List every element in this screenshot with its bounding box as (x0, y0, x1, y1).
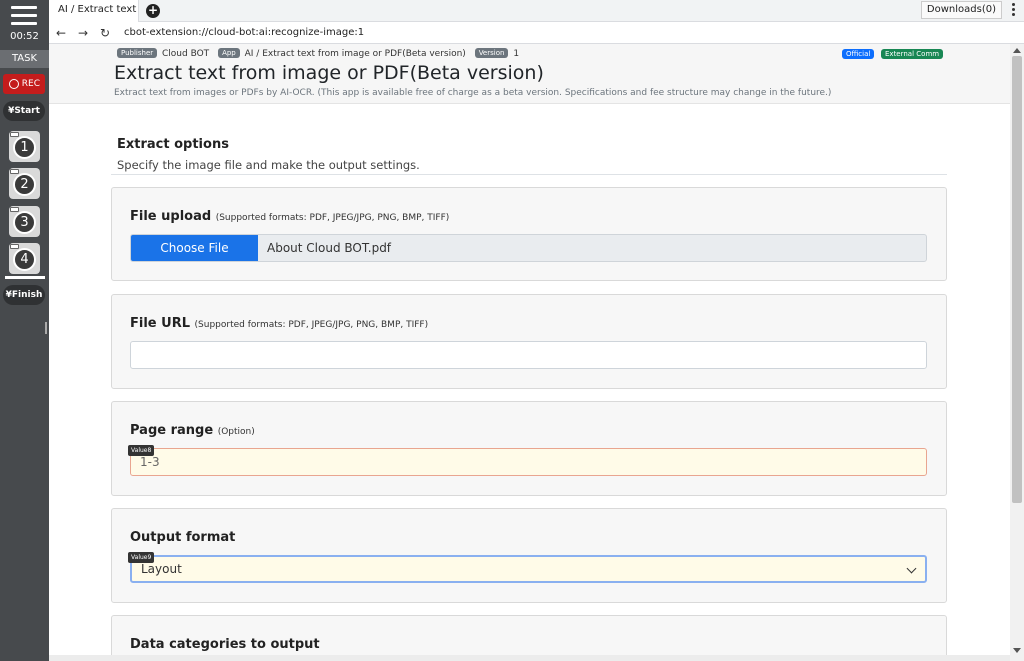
page-range-card: Page range (Option) 1-3 Value8 (111, 401, 947, 496)
timer: 00:52 (10, 31, 39, 42)
chevron-down-icon (906, 563, 917, 574)
vertical-scrollbar[interactable] (1010, 44, 1024, 661)
version-badge: Version (474, 48, 509, 58)
publisher-badge: Publisher (117, 48, 158, 58)
step-4-button[interactable]: 4 (9, 243, 40, 274)
file-upload-label: File upload (Supported formats: PDF, JPE… (130, 209, 449, 224)
app-path: AI / Extract text from image or PDF(Beta… (244, 49, 466, 59)
start-button[interactable]: ¥Start (3, 101, 45, 121)
output-format-value: Layout (141, 562, 182, 576)
section-title: Extract options (117, 137, 229, 152)
file-upload-input[interactable]: Choose File About Cloud BOT.pdf (130, 234, 927, 262)
tag-icon (10, 169, 19, 174)
downloads-button[interactable]: Downloads(0) (920, 1, 1002, 19)
value-tag: Value8 (128, 445, 155, 456)
version-number: 1 (513, 49, 520, 59)
task-label: TASK (0, 50, 49, 68)
tag-icon (10, 132, 19, 137)
page-range-option: (Option) (217, 427, 255, 437)
file-url-formats: (Supported formats: PDF, JPEG/JPG, PNG, … (194, 320, 429, 330)
horizontal-scrollbar[interactable] (49, 655, 1010, 661)
rec-button[interactable]: REC (3, 74, 45, 94)
official-badge: Official (842, 49, 875, 59)
resize-handle[interactable] (45, 322, 47, 334)
scrollbar-thumb[interactable] (1012, 56, 1022, 503)
data-categories-title: Data categories to output (130, 637, 320, 652)
tab-bar: AI / Extract text fr + Downloads(0) (49, 0, 1024, 22)
tag-icon (10, 207, 19, 212)
file-upload-formats: (Supported formats: PDF, JPEG/JPG, PNG, … (215, 213, 450, 223)
step-2-button[interactable]: 2 (9, 168, 40, 199)
file-url-label: File URL (Supported formats: PDF, JPEG/J… (130, 316, 428, 331)
page-content: Publisher Cloud BOT App AI / Extract tex… (49, 44, 1010, 661)
more-menu-icon[interactable] (1012, 3, 1016, 17)
url-field[interactable]: cbot-extension://cloud-bot:ai:recognize-… (124, 22, 364, 43)
new-tab-icon[interactable]: + (146, 4, 160, 18)
address-bar: ← → ↻ cbot-extension://cloud-bot:ai:reco… (49, 22, 1024, 44)
output-format-card: Output format Layout Value9 (111, 508, 947, 603)
section-divider (111, 174, 947, 175)
publisher-name: Cloud BOT (162, 49, 210, 59)
app-header: Publisher Cloud BOT App AI / Extract tex… (49, 44, 1010, 104)
page-range-title: Page range (130, 423, 214, 438)
step-number: 4 (13, 248, 36, 271)
page-range-label: Page range (Option) (130, 423, 255, 438)
tag-icon (10, 244, 19, 249)
choose-file-button[interactable]: Choose File (131, 235, 258, 261)
file-upload-title: File upload (130, 209, 212, 224)
page-title: Extract text from image or PDF(Beta vers… (114, 62, 544, 84)
file-upload-card: File upload (Supported formats: PDF, JPE… (111, 187, 947, 281)
menu-icon[interactable] (11, 6, 37, 26)
rec-label: REC (21, 79, 40, 89)
scroll-up-icon[interactable] (1013, 48, 1021, 53)
task-sidepanel: 00:52 TASK REC ¥Start 1 2 3 4 ¥Finish (0, 0, 49, 661)
step-divider (5, 276, 45, 279)
output-format-title: Output format (130, 530, 236, 545)
back-arrow-icon[interactable]: ← (52, 24, 70, 42)
step-number: 1 (13, 136, 36, 159)
record-icon (9, 79, 19, 89)
app-meta-row: Publisher Cloud BOT App AI / Extract tex… (117, 48, 519, 59)
section-description: Specify the image file and make the outp… (117, 158, 420, 172)
output-format-select[interactable]: Layout (130, 555, 927, 583)
page-range-input[interactable]: 1-3 (130, 448, 927, 476)
selected-file-name: About Cloud BOT.pdf (267, 241, 392, 255)
file-url-title: File URL (130, 316, 190, 331)
external-comm-badge: External Comm (881, 49, 944, 59)
step-3-button[interactable]: 3 (9, 206, 40, 237)
browser-tab[interactable]: AI / Extract text fr (49, 0, 139, 22)
finish-button[interactable]: ¥Finish (3, 285, 45, 305)
step-number: 2 (13, 173, 36, 196)
value-tag: Value9 (128, 552, 155, 563)
scroll-down-icon[interactable] (1013, 648, 1021, 653)
file-url-input[interactable] (130, 341, 927, 369)
step-1-button[interactable]: 1 (9, 131, 40, 162)
file-url-card: File URL (Supported formats: PDF, JPEG/J… (111, 294, 947, 389)
reload-icon[interactable]: ↻ (96, 24, 114, 42)
step-number: 3 (13, 211, 36, 234)
app-badge: App (218, 48, 240, 58)
forward-arrow-icon[interactable]: → (74, 24, 92, 42)
page-description: Extract text from images or PDFs by AI-O… (114, 88, 832, 98)
